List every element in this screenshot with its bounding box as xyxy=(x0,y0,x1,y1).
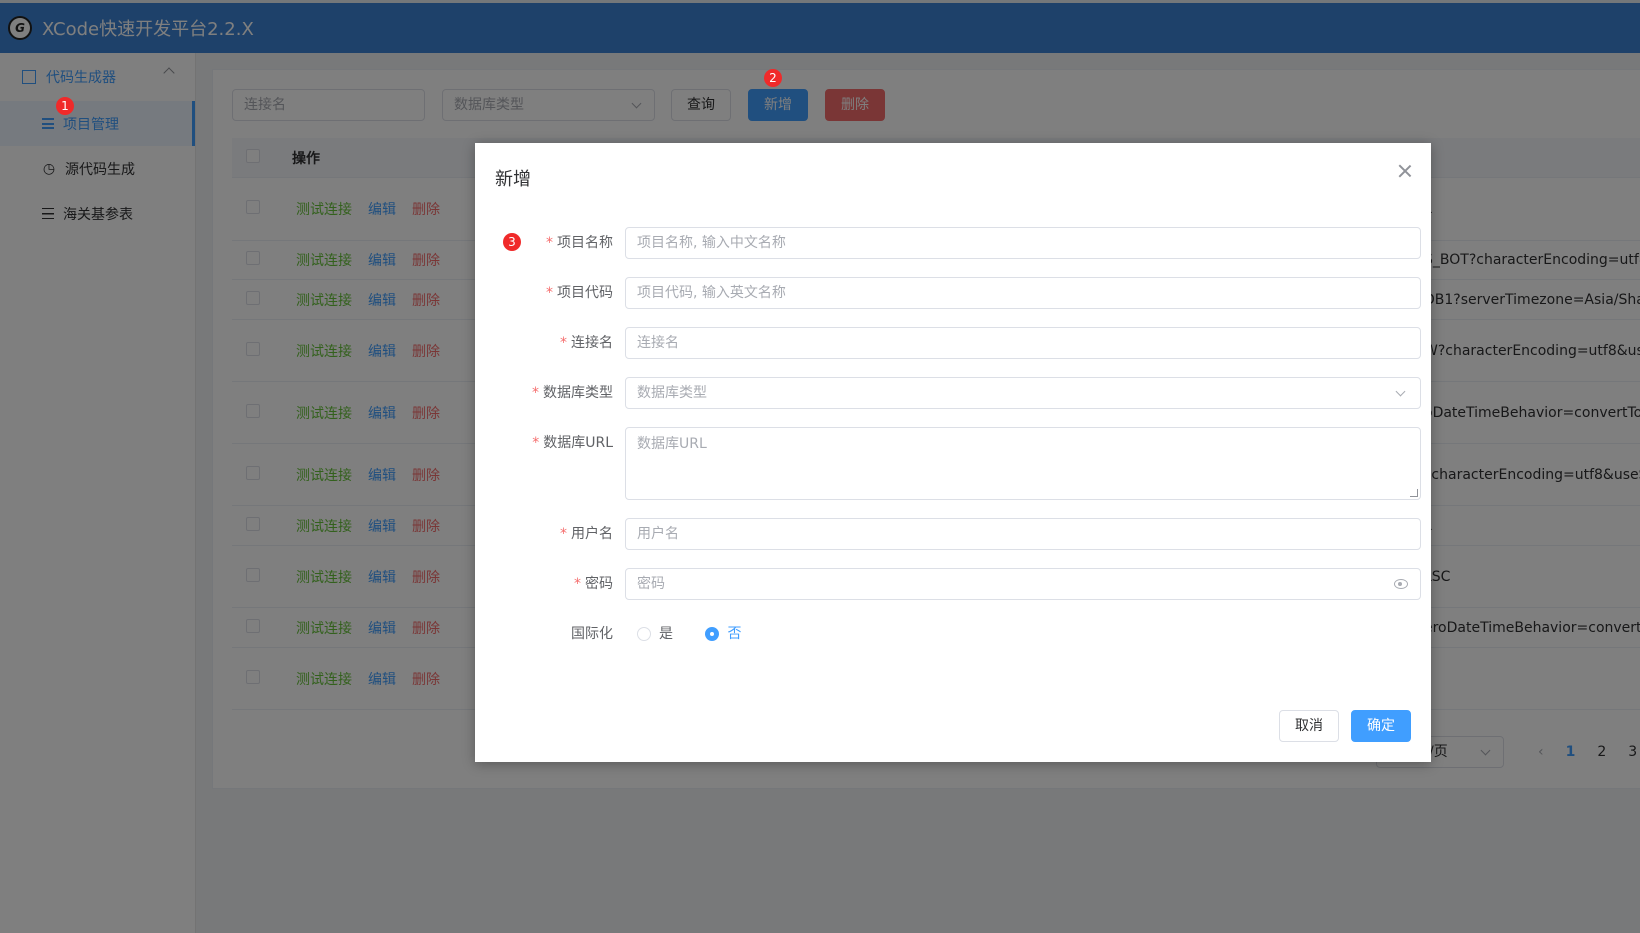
connection-name-label: * 连接名 xyxy=(560,335,613,351)
username-input[interactable]: 用户名 xyxy=(625,518,1421,550)
db-url-textarea[interactable]: 数据库URL xyxy=(625,427,1421,500)
db-type-field-select[interactable]: 数据库类型 xyxy=(625,377,1421,409)
password-label: * 密码 xyxy=(574,576,613,592)
form-row-db-type: * 数据库类型 数据库类型 xyxy=(495,377,1421,409)
radio-circle-icon xyxy=(637,627,651,641)
form-row-project-code: * 项目代码 项目代码, 输入英文名称 xyxy=(495,277,1421,309)
cancel-button[interactable]: 取消 xyxy=(1279,710,1339,742)
password-placeholder: 密码 xyxy=(637,576,665,592)
db-url-placeholder: 数据库URL xyxy=(637,436,707,452)
confirm-button[interactable]: 确定 xyxy=(1351,710,1411,742)
i18n-radio-yes[interactable]: 是 xyxy=(637,618,673,650)
form-row-connection-name: * 连接名 连接名 xyxy=(495,327,1421,359)
connection-name-field[interactable]: 连接名 xyxy=(625,327,1421,359)
project-code-input[interactable]: 项目代码, 输入英文名称 xyxy=(625,277,1421,309)
add-project-dialog: 新增 3 * 项目名称 项目名称, 输入中文名称 * 项目代码 项目代码, 输入英文… xyxy=(475,143,1431,762)
project-code-label: * 项目代码 xyxy=(546,285,613,301)
resize-handle-icon[interactable] xyxy=(1410,489,1418,497)
form-row-password: * 密码 密码 xyxy=(495,568,1421,600)
chevron-down-icon xyxy=(1395,386,1406,397)
i18n-label: 国际化 xyxy=(571,626,613,642)
close-icon[interactable] xyxy=(1397,163,1413,179)
step-badge-1: 1 xyxy=(56,97,74,115)
db-type-label: * 数据库类型 xyxy=(532,385,613,401)
dialog-title: 新增 xyxy=(495,169,531,190)
form-row-db-url: * 数据库URL 数据库URL xyxy=(495,427,1421,500)
radio-checked-icon xyxy=(705,627,720,641)
password-input[interactable]: 密码 xyxy=(625,568,1421,600)
username-label: * 用户名 xyxy=(560,526,613,542)
form-row-project-name: 3 * 项目名称 项目名称, 输入中文名称 xyxy=(495,227,1421,259)
i18n-radio-no[interactable]: 否 xyxy=(705,618,741,650)
form-row-i18n: 国际化 是 否 xyxy=(495,618,769,650)
project-name-input[interactable]: 项目名称, 输入中文名称 xyxy=(625,227,1421,259)
db-url-label: * 数据库URL xyxy=(532,435,613,451)
db-type-field-placeholder: 数据库类型 xyxy=(637,385,707,401)
dialog-footer: 取消 确定 xyxy=(1279,710,1411,742)
form-row-username: * 用户名 用户名 xyxy=(495,518,1421,550)
step-badge-3: 3 xyxy=(503,233,521,251)
eye-icon[interactable] xyxy=(1394,579,1408,589)
step-badge-2: 2 xyxy=(764,69,782,87)
